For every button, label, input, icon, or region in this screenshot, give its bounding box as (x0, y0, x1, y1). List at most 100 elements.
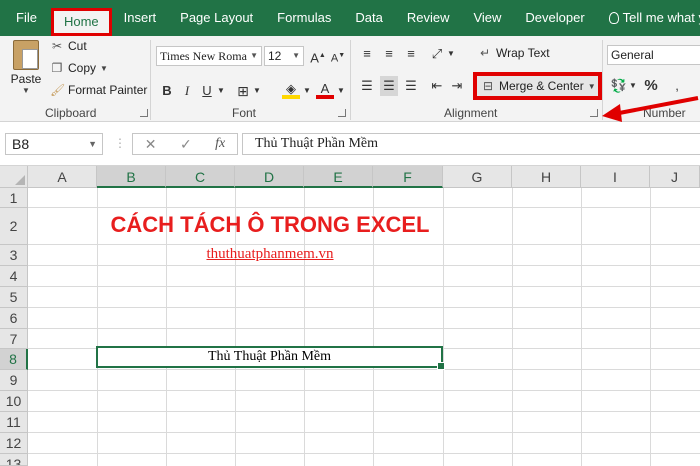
copy-button[interactable]: ❐ Copy ▼ (50, 61, 108, 75)
font-name-select[interactable]: Times New Roma ▼ (156, 46, 262, 66)
cut-button[interactable]: ✂ Cut (50, 39, 87, 53)
copy-icon: ❐ (51, 61, 63, 75)
cell-title[interactable]: CÁCH TÁCH Ô TRONG EXCEL (97, 212, 443, 238)
tell-me-label: Tell me what you (622, 10, 700, 25)
row-header-2[interactable]: 2 (0, 208, 28, 245)
column-header-d[interactable]: D (235, 166, 304, 188)
font-size-select[interactable]: 12 ▼ (264, 46, 304, 66)
tab-developer[interactable]: Developer (513, 0, 596, 36)
cell-subtitle-link[interactable]: thuthuatphanmem.vn (97, 246, 443, 263)
tab-formulas[interactable]: Formulas (265, 0, 343, 36)
gridline (581, 188, 582, 466)
row-header-5[interactable]: 5 (0, 287, 28, 308)
column-header-f[interactable]: F (373, 166, 443, 188)
fill-color-icon[interactable]: ◈ (282, 79, 300, 99)
borders-icon[interactable]: ⊞ (234, 81, 252, 101)
tab-review[interactable]: Review (395, 0, 462, 36)
gridline (28, 432, 700, 433)
align-bottom-icon[interactable]: ≡ (402, 44, 420, 64)
row-header-7[interactable]: 7 (0, 329, 28, 349)
align-right-icon[interactable]: ☰ (402, 76, 420, 96)
tab-page-layout[interactable]: Page Layout (168, 0, 265, 36)
tab-home[interactable]: Home (50, 8, 112, 36)
row-header-6[interactable]: 6 (0, 308, 28, 329)
tell-me-search[interactable]: Tell me what you (597, 0, 700, 36)
column-header-h[interactable]: H (512, 166, 581, 188)
underline-icon[interactable]: U (200, 81, 214, 101)
column-header-e[interactable]: E (304, 166, 373, 188)
orientation-icon[interactable]: ⤢ (428, 44, 446, 64)
selected-merged-cell-b8[interactable]: Thủ Thuật Phần Mềm (96, 346, 445, 370)
chevron-down-icon: ▼ (100, 63, 108, 73)
row-header-4[interactable]: 4 (0, 266, 28, 287)
wrap-text-label: Wrap Text (496, 46, 550, 60)
paste-label: Paste (10, 72, 42, 86)
column-header-b[interactable]: B (97, 166, 166, 188)
clipboard-launcher-icon[interactable] (140, 109, 148, 117)
number-format-select[interactable]: General (607, 45, 700, 65)
row-header-11[interactable]: 11 (0, 412, 28, 433)
tab-view[interactable]: View (461, 0, 513, 36)
chevron-down-icon[interactable]: ▼ (216, 81, 226, 101)
tab-insert[interactable]: Insert (112, 0, 169, 36)
bold-icon[interactable]: B (160, 81, 174, 101)
gridline (28, 244, 700, 245)
alignment-launcher-icon[interactable] (590, 109, 598, 117)
row-header-10[interactable]: 10 (0, 391, 28, 412)
chevron-down-icon[interactable]: ▼ (252, 81, 262, 101)
merge-center-button[interactable]: ⊟ Merge & Center ▼ (473, 72, 602, 100)
lightbulb-icon (608, 12, 619, 24)
tab-file[interactable]: File (0, 0, 51, 36)
decrease-indent-icon[interactable]: ⇤ (428, 76, 446, 96)
gridline (28, 369, 700, 370)
tab-data[interactable]: Data (343, 0, 394, 36)
clipboard-group-label: Clipboard (45, 106, 97, 120)
chevron-down-icon: ▼ (292, 51, 300, 60)
font-launcher-icon[interactable] (338, 109, 346, 117)
cut-label: Cut (68, 39, 87, 53)
increase-indent-icon[interactable]: ⇥ (448, 76, 466, 96)
scissors-icon: ✂ (51, 39, 63, 53)
row-header-1[interactable]: 1 (0, 188, 28, 208)
row-header-3[interactable]: 3 (0, 245, 28, 266)
align-top-icon[interactable]: ≡ (358, 44, 376, 64)
column-header-i[interactable]: I (581, 166, 650, 188)
row-header-9[interactable]: 9 (0, 370, 28, 391)
formula-input[interactable]: Thủ Thuật Phần Mềm (242, 133, 700, 155)
merge-center-label: Merge & Center (499, 79, 584, 93)
paste-button[interactable]: Paste ▼ (8, 40, 44, 95)
gridline (512, 188, 513, 466)
gridline (28, 286, 700, 287)
select-all-button[interactable] (0, 166, 28, 188)
column-header-g[interactable]: G (443, 166, 512, 188)
number-format-value: General (611, 48, 654, 62)
align-center-icon[interactable]: ☰ (380, 76, 398, 96)
name-box[interactable]: B8 ▼ (5, 133, 103, 155)
alignment-group-label: Alignment (444, 106, 498, 120)
enter-icon[interactable]: ✓ (180, 136, 192, 153)
wrap-text-button[interactable]: ↵ Wrap Text (478, 46, 550, 60)
chevron-down-icon: ▼ (250, 51, 258, 60)
row-header-8[interactable]: 8 (0, 349, 28, 370)
chevron-down-icon[interactable]: ▼ (302, 81, 312, 101)
italic-icon[interactable]: I (180, 81, 194, 101)
increase-font-icon[interactable]: A▲ (310, 46, 326, 66)
chevron-down-icon[interactable]: ▼ (336, 81, 346, 101)
column-header-c[interactable]: C (166, 166, 235, 188)
decrease-font-icon[interactable]: A▼ (330, 46, 346, 66)
font-group-label: Font (232, 106, 257, 120)
column-header-j[interactable]: J (650, 166, 700, 188)
chevron-down-icon[interactable]: ▼ (446, 44, 456, 64)
row-header-12[interactable]: 12 (0, 433, 28, 454)
font-color-icon[interactable]: A (316, 79, 334, 99)
column-header-a[interactable]: A (28, 166, 97, 188)
ribbon-tab-bar: File Home Insert Page Layout Formulas Da… (0, 0, 700, 36)
align-middle-icon[interactable]: ≡ (380, 44, 398, 64)
align-left-icon[interactable]: ☰ (358, 76, 376, 96)
cancel-icon[interactable]: ✕ (145, 136, 157, 153)
row-header-13[interactable]: 13 (0, 454, 28, 466)
insert-function-button[interactable]: fx (215, 136, 225, 152)
format-painter-button[interactable]: 🖌 Format Painter (50, 83, 147, 97)
merge-cells-icon: ⊟ (482, 79, 494, 93)
group-divider (350, 40, 351, 120)
